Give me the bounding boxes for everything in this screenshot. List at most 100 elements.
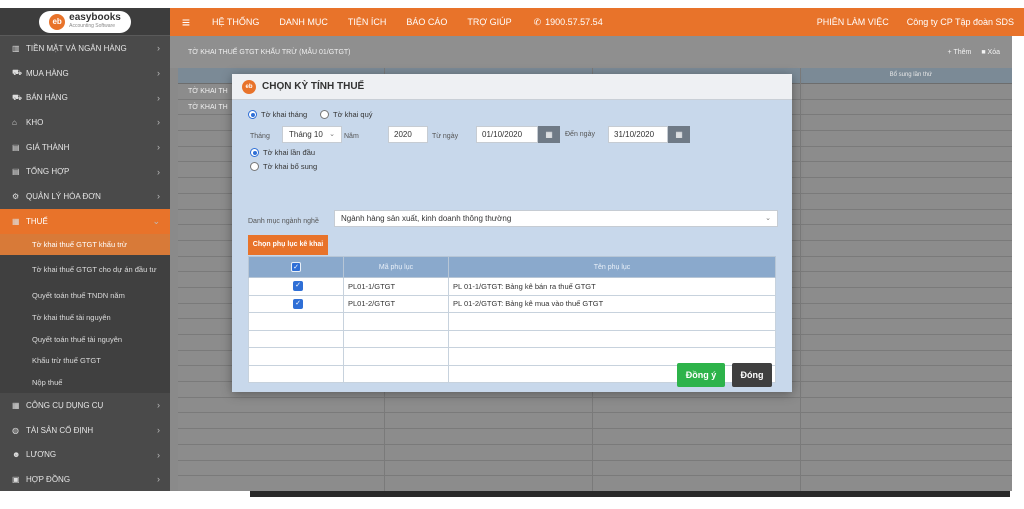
sidebar-item-label: LƯƠNG (26, 450, 57, 460)
gear-icon: ⚙ (12, 191, 20, 201)
sidebar-subitem-cit-settlement[interactable]: Quyết toán thuế TNDN năm (0, 285, 170, 307)
sidebar-item-cash-bank[interactable]: ▥ TIỀN MẶT VÀ NGÂN HÀNG › (0, 36, 170, 61)
content-actions: + Thêm ■ Xóa (948, 49, 1000, 56)
page-title: TỜ KHAI THUẾ GTGT KHẤU TRỪ (MẪU 01/GTGT) (170, 36, 1012, 68)
delete-button[interactable]: ■ Xóa (981, 49, 1000, 56)
chevron-down-icon: ⌄ (329, 131, 335, 138)
sidebar-item-cost[interactable]: ▤ GIÁ THÀNH › (0, 135, 170, 160)
radio-supplement-label: Tờ khai bổ sung (263, 162, 318, 171)
col-code-header: Mã phụ lục (343, 256, 449, 278)
sidebar-item-label: THUẾ (26, 216, 48, 226)
table-row[interactable]: ✓ PL01-1/GTGT PL 01-1/GTGT: Bảng kê bán … (248, 277, 776, 296)
sidebar-item-summary[interactable]: ▤ TỔNG HỢP › (0, 159, 170, 184)
sidebar-item-label: HỢP ĐỒNG (26, 474, 71, 484)
year-input[interactable]: 2020 (388, 126, 428, 143)
warehouse-icon: ⌂ (12, 117, 17, 127)
calendar-icon[interactable]: ▦ (538, 126, 560, 143)
sidebar-subitem-resource-tax[interactable]: Tờ khai thuế tài nguyên (0, 306, 170, 329)
close-button[interactable]: Đóng (732, 363, 772, 387)
sidebar-item-label: CÔNG CỤ DỤNG CỤ (26, 400, 104, 410)
checkbox-checked-icon: ✓ (293, 281, 303, 292)
row-checkbox[interactable]: ✓ (248, 277, 344, 296)
sidebar: eb easybooks Accounting Software ▥ TIỀN … (0, 8, 170, 491)
nav-reports[interactable]: BÁO CÁO (406, 17, 447, 27)
brand-logo[interactable]: eb easybooks Accounting Software (0, 8, 170, 36)
row-checkbox[interactable]: ✓ (248, 294, 344, 313)
sidebar-subitem-vat-deduction[interactable]: Tờ khai thuế GTGT khấu trừ (0, 233, 170, 256)
appendix-code: PL01-2/GTGT (343, 294, 449, 313)
calendar-icon[interactable]: ▦ (668, 126, 690, 143)
table-row[interactable] (178, 445, 1012, 461)
price-icon: ▤ (12, 142, 20, 152)
sidebar-item-contract[interactable]: ▣ HỢP ĐỒNG › (0, 467, 170, 492)
sidebar-item-invoice[interactable]: ⚙ QUẢN LÝ HÓA ĐƠN › (0, 184, 170, 209)
sidebar-item-label: GIÁ THÀNH (26, 142, 70, 152)
tax-icon: ▦ (12, 216, 20, 226)
chevron-right-icon: › (157, 449, 160, 460)
dialog-header: eb CHỌN KỲ TÍNH THUẾ (232, 74, 792, 100)
radio-supplement-declaration[interactable]: Tờ khai bổ sung (250, 162, 317, 171)
radio-off-icon (320, 110, 329, 119)
table-row[interactable] (178, 429, 1012, 445)
sidebar-item-tools[interactable]: ▦ CÔNG CỤ DỤNG CỤ › (0, 393, 170, 418)
chevron-right-icon: › (157, 142, 160, 153)
table-row[interactable] (178, 461, 1012, 477)
nav-catalog[interactable]: DANH MỤC (279, 17, 328, 27)
os-taskbar (0, 491, 1024, 509)
top-navbar: ≡ HỆ THỐNG DANH MỤC TIỆN ÍCH BÁO CÁO TRỢ… (170, 8, 1024, 36)
sidebar-subitem-vat-offset[interactable]: Khấu trừ thuế GTGT (0, 349, 170, 372)
add-button[interactable]: + Thêm (948, 49, 972, 56)
chevron-right-icon: › (157, 191, 160, 202)
table-row[interactable] (178, 398, 1012, 414)
table-row[interactable] (178, 413, 1012, 430)
from-date-input[interactable]: 01/10/2020 (476, 126, 538, 143)
to-date-label: Đến ngày (565, 131, 595, 138)
sidebar-item-warehouse[interactable]: ⌂ KHO › (0, 110, 170, 135)
to-date-input[interactable]: 31/10/2020 (608, 126, 668, 143)
company-name[interactable]: Công ty CP Tập đoàn SDS (907, 17, 1014, 27)
dialog-body: Tờ khai tháng Tờ khai quý Tháng Tháng 10… (232, 100, 792, 392)
tools-icon: ▦ (12, 400, 20, 410)
radio-quarterly[interactable]: Tờ khai quý (320, 110, 373, 119)
confirm-button[interactable]: Đồng ý (677, 363, 725, 387)
industry-label: Danh mục ngành nghề (248, 218, 319, 225)
hotline[interactable]: ✆ 1900.57.57.54 (534, 17, 603, 28)
asset-icon: ◍ (12, 425, 19, 435)
select-all-cell[interactable]: ✓ (248, 256, 344, 278)
table-row (248, 329, 776, 348)
taskbar-strip (250, 491, 1010, 497)
sidebar-item-salary[interactable]: ☻ LƯƠNG › (0, 442, 170, 467)
appendix-name: PL 01-1/GTGT: Bảng kê bán ra thuế GTGT (448, 277, 776, 296)
sidebar-item-label: KHO (26, 117, 44, 127)
sidebar-item-sales[interactable]: ⛟ BÁN HÀNG › (0, 85, 170, 110)
hamburger-icon[interactable]: ≡ (170, 14, 202, 30)
industry-select[interactable]: Ngành hàng sản xuất, kinh doanh thông th… (334, 210, 778, 227)
nav-system[interactable]: HỆ THỐNG (212, 17, 259, 27)
radio-first-declaration[interactable]: Tờ khai lần đầu (250, 148, 315, 157)
radio-first-label: Tờ khai lần đầu (263, 148, 316, 157)
radio-off-icon (250, 162, 259, 171)
sidebar-item-tax[interactable]: ▦ THUẾ ⌄ (0, 208, 170, 234)
radio-on-icon (250, 148, 259, 157)
chevron-right-icon: › (157, 92, 160, 103)
nav-help[interactable]: TRỢ GIÚP (467, 17, 511, 27)
sidebar-subitem-vat-project[interactable]: Tờ khai thuế GTGT cho dự án đầu tư (0, 255, 170, 286)
tab-select-appendix[interactable]: Chọn phụ lục kê khai (248, 235, 328, 255)
tax-period-dialog: eb CHỌN KỲ TÍNH THUẾ Tờ khai tháng Tờ kh… (232, 74, 792, 392)
month-select[interactable]: Tháng 10 ⌄ (282, 126, 342, 143)
sidebar-item-label: TÀI SẢN CỐ ĐỊNH (26, 425, 94, 435)
contract-icon: ▣ (12, 474, 20, 484)
radio-monthly[interactable]: Tờ khai tháng (248, 110, 307, 119)
sidebar-item-purchase[interactable]: ⛟ MUA HÀNG › (0, 61, 170, 86)
app-window: eb easybooks Accounting Software ▥ TIỀN … (0, 0, 1024, 509)
phone-icon: ✆ (533, 16, 542, 27)
session-link[interactable]: PHIÊN LÀM VIỆC (817, 17, 889, 27)
nav-utilities[interactable]: TIỆN ÍCH (348, 17, 387, 27)
chevron-down-icon: ⌄ (152, 215, 160, 226)
sidebar-subitem-pay-tax[interactable]: Nộp thuế (0, 371, 170, 394)
delete-label: Xóa (987, 49, 1000, 56)
radio-on-icon (248, 110, 257, 119)
table-row[interactable]: ✓ PL01-2/GTGT PL 01-2/GTGT: Bảng kê mua … (248, 294, 776, 313)
sidebar-item-fixed-assets[interactable]: ◍ TÀI SẢN CỐ ĐỊNH › (0, 418, 170, 443)
sidebar-subitem-resource-settlement[interactable]: Quyết toán thuế tài nguyên (0, 328, 170, 350)
